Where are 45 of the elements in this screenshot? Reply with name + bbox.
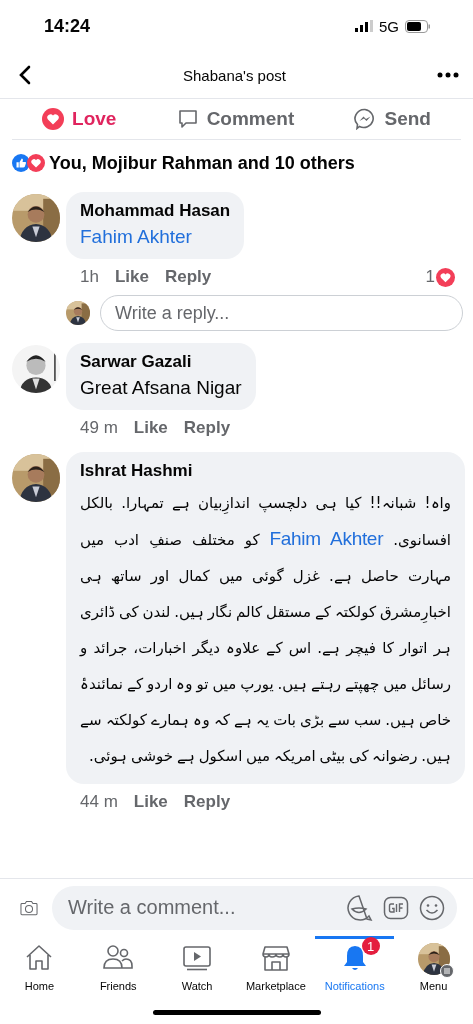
notifications-tab[interactable]: 1 Notifications — [315, 936, 395, 998]
back-icon[interactable] — [18, 65, 32, 85]
comment-time: 44 m — [80, 792, 118, 812]
watch-tab[interactable]: Watch — [157, 936, 237, 998]
comment-bar[interactable]: Write a comment... — [52, 885, 457, 930]
send-button[interactable]: Send — [350, 108, 435, 130]
mention-link[interactable]: Fahim Akhter — [80, 225, 231, 249]
comment-author[interactable]: Ishrat Hashmi — [80, 461, 451, 481]
comment-field[interactable]: Write a comment... — [66, 895, 335, 920]
page-title: Shabana's post — [183, 66, 286, 84]
comment-time: 49 m — [80, 418, 118, 438]
emoji-icon[interactable] — [419, 894, 445, 921]
reaction-count: 1 — [425, 267, 435, 287]
signal-icon — [355, 20, 373, 32]
network-label: 5G — [379, 17, 399, 35]
reply-field[interactable]: Write a reply... — [100, 295, 463, 331]
comment-button[interactable]: Comment — [172, 108, 299, 130]
reply-link[interactable]: Reply — [183, 418, 231, 438]
marketplace-tab[interactable]: Marketplace — [236, 936, 316, 998]
like-link[interactable]: Like — [133, 418, 168, 438]
notification-badge: 1 — [361, 937, 380, 955]
love-button[interactable]: Love — [38, 108, 121, 130]
comment-author[interactable]: Mohammad Hasan — [80, 201, 231, 221]
mention-link[interactable]: Fahim Akhter — [269, 528, 384, 549]
like-link[interactable]: Like — [133, 792, 168, 812]
speech-bubble-icon — [176, 108, 199, 130]
comment-author[interactable]: Sarwar Gazali — [80, 352, 242, 372]
menu-tab[interactable]: Menu — [394, 936, 473, 998]
comment-text: Great Afsana Nigar — [80, 376, 242, 400]
comment-time: 1h — [80, 267, 99, 287]
sticker-icon[interactable] — [345, 893, 373, 922]
home-tab[interactable]: Home — [0, 936, 79, 998]
shop-icon — [260, 943, 291, 973]
friends-tab[interactable]: Friends — [78, 936, 158, 998]
messenger-icon — [354, 108, 377, 130]
like-link[interactable]: Like — [114, 267, 149, 287]
more-icon[interactable] — [437, 72, 459, 78]
menu-icon — [439, 964, 454, 978]
reply-link[interactable]: Reply — [183, 792, 231, 812]
gif-icon[interactable] — [383, 894, 409, 921]
reaction-summary[interactable]: You, Mojibur Rahman and 10 others — [49, 152, 355, 174]
battery-icon — [405, 19, 431, 33]
video-icon — [182, 943, 213, 973]
reply-link[interactable]: Reply — [164, 267, 212, 287]
clock-time: 14:24 — [44, 15, 91, 37]
